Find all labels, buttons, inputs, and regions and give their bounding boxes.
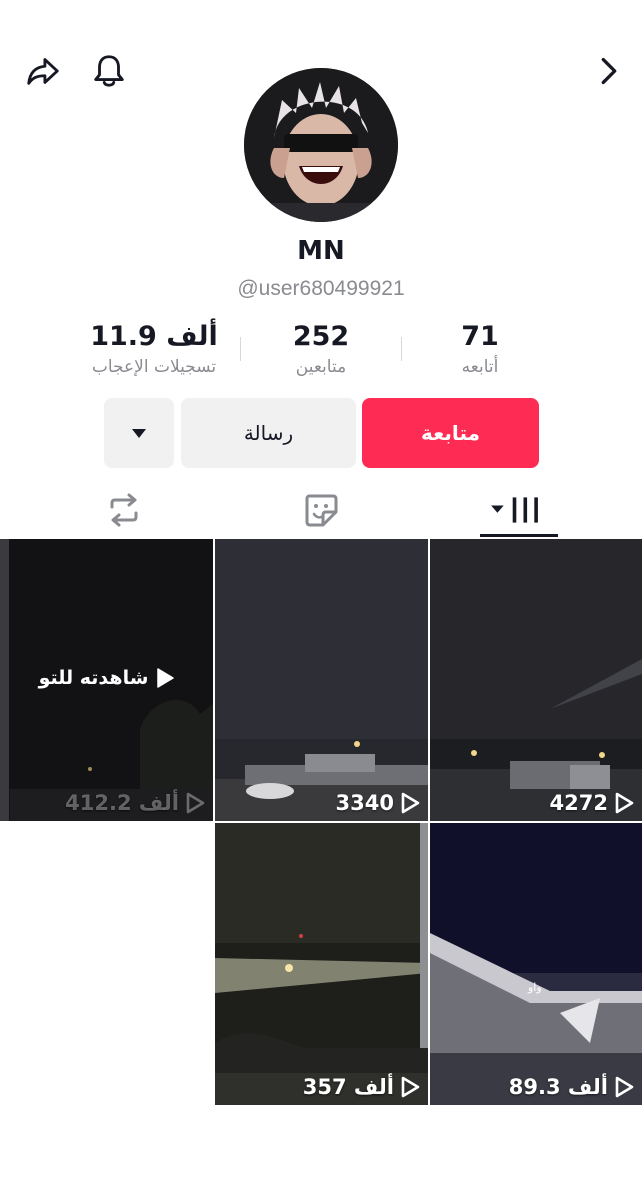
tab-favorites[interactable] — [300, 484, 342, 536]
play-outline-icon — [401, 792, 420, 814]
just-watched-label: شاهدته للتو — [38, 667, 149, 689]
view-count-value: 3340 — [335, 791, 394, 815]
bell-icon — [94, 55, 124, 87]
caret-down-icon — [132, 429, 146, 438]
play-outline-icon — [401, 1076, 420, 1098]
view-count: 89.3 ألف — [509, 1075, 634, 1099]
view-count: 3340 — [336, 791, 420, 815]
view-count: 412.2 ألف — [65, 791, 205, 815]
notifications-button[interactable] — [88, 50, 130, 92]
stat-following[interactable]: 71 أتابعه — [390, 318, 570, 378]
video-thumbnail[interactable]: 357 ألف — [215, 823, 428, 1105]
play-outline-icon — [186, 792, 205, 814]
play-outline-icon — [615, 1076, 634, 1098]
followers-count: 252 — [292, 321, 350, 352]
profile-name: MN — [297, 236, 345, 266]
more-options-button[interactable] — [104, 398, 174, 468]
profile-handle: @user680499921 — [237, 277, 405, 300]
following-count: 71 — [461, 321, 499, 352]
share-icon — [27, 58, 59, 85]
tab-videos[interactable] — [480, 484, 558, 536]
video-thumbnail-image — [215, 539, 428, 821]
stat-likes[interactable]: 11.9 ألف تسجيلات الإعجاب — [64, 318, 244, 378]
videos-grid-icon — [491, 497, 538, 523]
likes-label: تسجيلات الإعجاب — [91, 357, 217, 377]
tab-reposts[interactable] — [103, 484, 145, 536]
favorites-sticker-icon — [305, 494, 338, 527]
avatar[interactable] — [244, 68, 398, 222]
followers-label: متابعين — [295, 357, 347, 377]
video-thumbnail[interactable]: واو 89.3 ألف — [430, 823, 642, 1105]
video-thumbnail-image — [430, 539, 642, 821]
video-thumbnail[interactable]: 4272 — [430, 539, 642, 821]
view-count-value: 4272 — [549, 791, 608, 815]
play-outline-icon — [615, 792, 634, 814]
video-caption: واو — [528, 981, 542, 994]
view-count: 4272 — [550, 791, 634, 815]
following-label: أتابعه — [461, 357, 499, 377]
view-count-value: 412.2 ألف — [65, 791, 179, 815]
share-button[interactable] — [22, 50, 64, 92]
view-count: 357 ألف — [303, 1075, 420, 1099]
just-watched-badge: شاهدته للتو — [0, 667, 213, 689]
video-thumbnail-image — [430, 823, 642, 1105]
reposts-icon — [110, 493, 138, 527]
chevron-right-icon — [601, 57, 617, 85]
stat-followers[interactable]: 252 متابعين — [231, 318, 411, 378]
video-thumbnail[interactable]: شاهدته للتو 412.2 ألف — [0, 539, 213, 821]
follow-button[interactable]: متابعة — [362, 398, 539, 468]
video-thumbnail-image — [215, 823, 428, 1105]
avatar-image — [244, 68, 398, 222]
view-count-value: 357 ألف — [302, 1075, 394, 1099]
message-button[interactable]: رسالة — [181, 398, 356, 468]
likes-count: 11.9 ألف — [90, 321, 218, 352]
play-filled-icon — [157, 668, 175, 688]
back-button[interactable] — [588, 50, 630, 92]
video-thumbnail[interactable]: 3340 — [215, 539, 428, 821]
view-count-value: 89.3 ألف — [508, 1075, 608, 1099]
tab-active-indicator — [480, 534, 558, 537]
